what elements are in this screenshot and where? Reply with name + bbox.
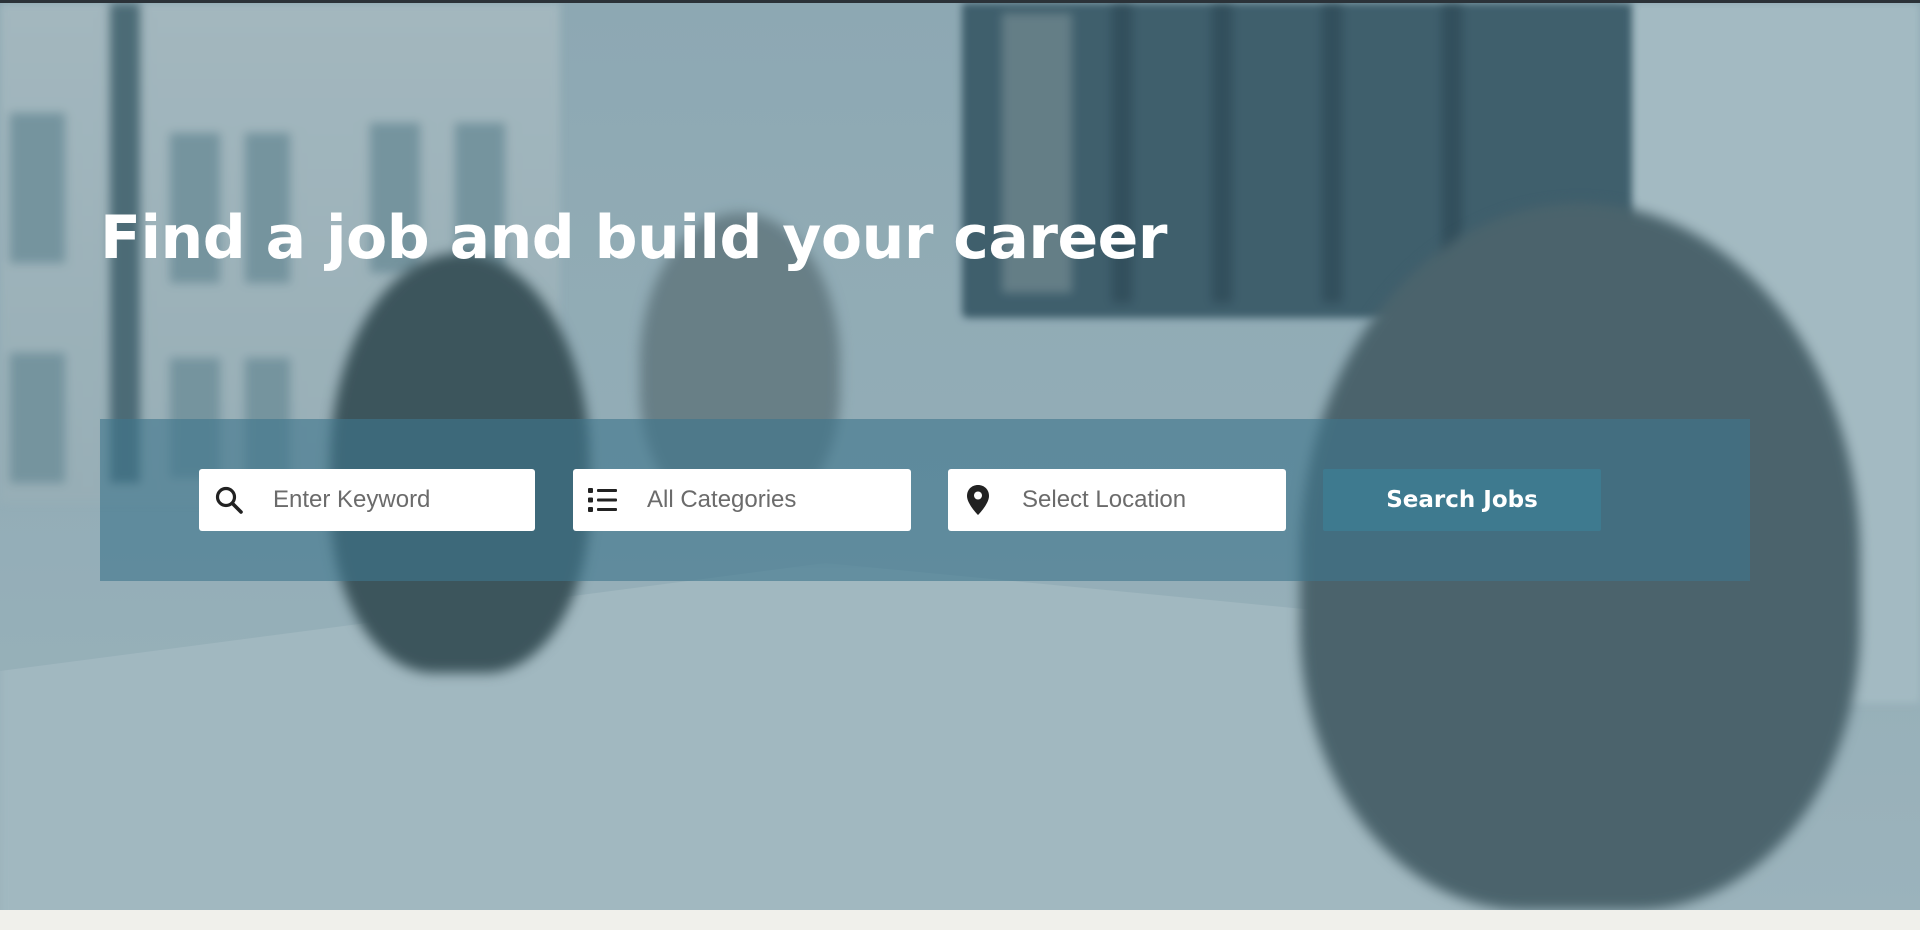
list-icon: [587, 484, 619, 516]
keyword-input[interactable]: [273, 469, 523, 531]
category-select[interactable]: [573, 469, 911, 531]
map-pin-icon: [962, 484, 994, 516]
search-icon: [213, 484, 245, 516]
category-input[interactable]: [647, 469, 899, 531]
search-jobs-button[interactable]: Search Jobs: [1323, 469, 1601, 531]
location-input[interactable]: [1022, 469, 1274, 531]
search-bar: Search Jobs: [100, 419, 1750, 581]
page-bottom-strip: [0, 910, 1920, 930]
page-title: Find a job and build your career: [100, 203, 1167, 273]
location-field[interactable]: [948, 469, 1286, 531]
keyword-field[interactable]: [199, 469, 535, 531]
hero-section: Find a job and build your career Enter K…: [0, 3, 1920, 910]
